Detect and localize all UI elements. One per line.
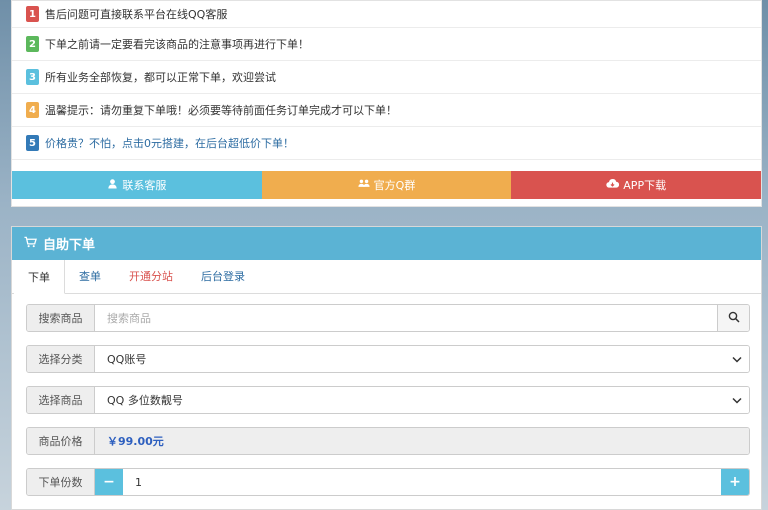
- app-download-label: APP下载: [623, 179, 667, 192]
- quantity-input[interactable]: 1: [123, 469, 721, 495]
- notice-text: 温馨提示：请勿重复下单哦！必须要等待前面任务订单完成才可以下单！: [45, 104, 397, 117]
- tab-admin-login[interactable]: 后台登录: [187, 259, 259, 293]
- notice-text[interactable]: 价格贵？不怕，点击0元搭建，在后台超低价下单！: [45, 135, 294, 151]
- notice-list: 1 售后问题可直接联系平台在线QQ客服 2 下单之前请一定要看完该商品的注意事项再进行…: [12, 1, 761, 160]
- quantity-minus-button[interactable]: −: [95, 469, 123, 495]
- quantity-plus-button[interactable]: +: [721, 469, 749, 495]
- notice-item: 1 售后问题可直接联系平台在线QQ客服: [12, 1, 761, 28]
- qq-group-button[interactable]: 官方Q群: [261, 171, 512, 199]
- tab-open-substation[interactable]: 开通分站: [115, 259, 187, 293]
- chevron-down-icon[interactable]: [725, 387, 749, 413]
- quantity-row: 下单份数 − 1 +: [26, 468, 750, 496]
- price-label: 商品价格: [27, 428, 95, 454]
- notice-panel: 1 售后问题可直接联系平台在线QQ客服 2 下单之前请一定要看完该商品的注意事项再进行…: [11, 0, 762, 207]
- notice-number-badge: 3: [26, 69, 39, 85]
- tab-query-order[interactable]: 查单: [65, 259, 115, 293]
- order-panel-title: 自助下单: [43, 238, 96, 253]
- tab-order[interactable]: 下单: [14, 260, 65, 294]
- notice-item: 2 下单之前请一定要看完该商品的注意事项再进行下单！: [12, 28, 761, 61]
- category-label: 选择分类: [27, 346, 95, 372]
- notice-number-badge: 2: [26, 36, 39, 52]
- notice-number-badge: 1: [26, 6, 39, 22]
- search-label: 搜索商品: [27, 305, 95, 331]
- self-order-panel: 自助下单 下单 查单 开通分站 后台登录 搜索商品 搜索商品 选择分类 QQ账号…: [11, 226, 762, 510]
- price-value: ￥99.00元: [95, 428, 749, 454]
- app-download-button[interactable]: APP下载: [511, 171, 762, 199]
- price-row: 商品价格 ￥99.00元: [26, 427, 750, 455]
- notice-number-badge: 5: [26, 135, 39, 151]
- notice-text: 所有业务全部恢复，都可以正常下单，欢迎尝试: [45, 71, 276, 84]
- search-input[interactable]: 搜索商品: [95, 305, 717, 331]
- notice-number-badge: 4: [26, 102, 39, 118]
- order-tabs: 下单 查单 开通分站 后台登录: [12, 260, 761, 294]
- chevron-down-icon[interactable]: [725, 346, 749, 372]
- notice-item: 4 温馨提示：请勿重复下单哦！必须要等待前面任务订单完成才可以下单！: [12, 94, 761, 127]
- category-select[interactable]: QQ账号: [95, 346, 725, 372]
- notice-text: 下单之前请一定要看完该商品的注意事项再进行下单！: [45, 38, 309, 51]
- cloud-download-icon: [606, 178, 620, 192]
- search-button[interactable]: [717, 305, 749, 331]
- user-icon: [107, 178, 118, 192]
- notice-item: 3 所有业务全部恢复，都可以正常下单，欢迎尝试: [12, 61, 761, 94]
- order-panel-header: 自助下单: [12, 227, 761, 260]
- product-select[interactable]: QQ 多位数靓号: [95, 387, 725, 413]
- cart-icon: [24, 236, 37, 252]
- contact-service-button[interactable]: 联系客服: [12, 171, 262, 199]
- contact-service-label: 联系客服: [122, 179, 167, 192]
- notice-text: 售后问题可直接联系平台在线QQ客服: [45, 8, 228, 21]
- search-row: 搜索商品 搜索商品: [26, 304, 750, 332]
- notice-item: 5 价格贵？不怕，点击0元搭建，在后台超低价下单！: [12, 127, 761, 160]
- product-label: 选择商品: [27, 387, 95, 413]
- product-row: 选择商品 QQ 多位数靓号: [26, 386, 750, 414]
- quantity-label: 下单份数: [27, 469, 95, 495]
- action-button-row: 联系客服 官方Q群 APP下载: [12, 171, 762, 199]
- group-icon: [358, 178, 370, 192]
- category-row: 选择分类 QQ账号: [26, 345, 750, 373]
- search-icon: [728, 311, 740, 326]
- qq-group-label: 官方Q群: [373, 179, 416, 192]
